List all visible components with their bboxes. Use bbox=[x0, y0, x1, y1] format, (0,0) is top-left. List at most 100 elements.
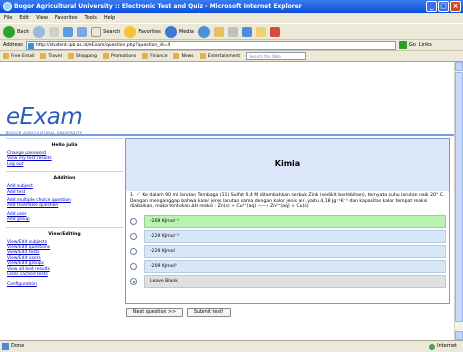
link-label: Promotions bbox=[111, 53, 137, 59]
vertical-scrollbar[interactable] bbox=[454, 62, 463, 340]
question-actions: Next question >> Submit test! bbox=[126, 308, 231, 317]
link-icon bbox=[103, 53, 109, 59]
edit-icon[interactable] bbox=[241, 26, 252, 37]
menu-view[interactable]: View bbox=[36, 13, 48, 23]
back-button[interactable]: Back bbox=[3, 25, 30, 38]
maximize-button[interactable]: □ bbox=[438, 1, 449, 12]
link-icon bbox=[142, 53, 149, 59]
window-title-bar: Bogor Agricultural University :: Electro… bbox=[0, 0, 463, 13]
back-label: Back bbox=[17, 28, 30, 35]
links-label[interactable]: Links bbox=[419, 42, 432, 48]
link-label: Entertainment bbox=[207, 53, 241, 59]
menu-file[interactable]: File bbox=[4, 13, 12, 23]
address-label: Address bbox=[3, 42, 23, 48]
view-editing-section: View/Editing View/Edit subjects View/Edi… bbox=[6, 226, 123, 291]
link-promotions[interactable]: Promotions bbox=[103, 53, 136, 59]
history-icon[interactable] bbox=[197, 25, 210, 38]
internet-explorer-icon bbox=[3, 2, 12, 11]
link-label: News bbox=[181, 53, 194, 59]
search-label: Search bbox=[103, 28, 121, 35]
scroll-thumb[interactable] bbox=[455, 72, 463, 322]
favorites-button[interactable]: Favorites bbox=[124, 25, 161, 38]
link-shopping[interactable]: Shopping bbox=[67, 53, 97, 59]
link-icon bbox=[67, 53, 74, 59]
option-2-label[interactable]: -229 KJmol⁻¹ bbox=[144, 230, 446, 243]
link-icon bbox=[199, 53, 206, 59]
close-button[interactable]: × bbox=[450, 1, 461, 12]
question-body: Ke dalam 90 ml larutan Tembaga (11) Sulf… bbox=[130, 193, 445, 210]
menu-tools[interactable]: Tools bbox=[85, 13, 97, 23]
favorites-label: Favorites bbox=[138, 28, 161, 35]
messenger-icon[interactable] bbox=[269, 26, 280, 37]
search-icon bbox=[91, 26, 102, 37]
scroll-up-icon[interactable] bbox=[455, 62, 463, 71]
go-button[interactable]: Go bbox=[398, 41, 416, 49]
option-4-label[interactable]: -209 KJmol⁰ bbox=[144, 260, 446, 273]
option-3[interactable]: -229 KJmol bbox=[130, 245, 446, 258]
go-arrow-icon bbox=[398, 41, 407, 49]
option-3-radio[interactable] bbox=[130, 248, 137, 255]
logout-link[interactable]: Log out bbox=[6, 162, 123, 167]
search-button[interactable]: Search bbox=[91, 26, 121, 37]
address-url: http://student.ipb.ac.id/eExam/question.… bbox=[35, 42, 171, 48]
home-icon[interactable] bbox=[77, 26, 88, 37]
link-icon bbox=[3, 53, 9, 59]
minimize-button[interactable]: _ bbox=[426, 1, 437, 12]
menu-edit[interactable]: Edit bbox=[19, 13, 29, 23]
menu-favorites[interactable]: Favorites bbox=[55, 13, 78, 23]
option-2-radio[interactable] bbox=[130, 233, 137, 240]
media-label: Media bbox=[178, 28, 194, 35]
view-editing-heading: View/Editing bbox=[48, 231, 81, 237]
window-controls: _ □ × bbox=[426, 1, 461, 12]
question-text: 1. ✓ Ke dalam 90 ml larutan Tembaga (11)… bbox=[130, 192, 448, 210]
link-free-email[interactable]: Free Email bbox=[3, 53, 34, 59]
stop-icon[interactable] bbox=[49, 26, 60, 37]
question-number: 1. bbox=[130, 193, 135, 198]
option-4[interactable]: -209 KJmol⁰ bbox=[130, 260, 446, 273]
page-icon bbox=[27, 42, 34, 49]
mail-icon[interactable] bbox=[213, 26, 224, 37]
submit-test-button[interactable]: Submit test! bbox=[187, 308, 231, 317]
standard-toolbar: Back Search Favorites Media bbox=[0, 23, 463, 40]
status-bar: Done Internet bbox=[0, 340, 463, 352]
link-finance[interactable]: Finance bbox=[142, 53, 167, 59]
web-search-box[interactable]: Search the Web bbox=[246, 52, 307, 60]
option-2[interactable]: -229 KJmol⁻¹ bbox=[130, 230, 446, 243]
configuration-link[interactable]: Configuration bbox=[6, 282, 123, 287]
option-1[interactable]: -209 KJmol⁻¹ bbox=[130, 215, 446, 228]
option-leave-blank[interactable]: Leave Blank bbox=[130, 275, 446, 288]
subject-title: Kimia bbox=[274, 159, 301, 168]
link-icon bbox=[40, 53, 47, 59]
status-text: Done bbox=[11, 343, 25, 349]
option-3-label[interactable]: -229 KJmol bbox=[144, 245, 446, 258]
next-question-button[interactable]: Next question >> bbox=[126, 308, 183, 317]
media-button[interactable]: Media bbox=[164, 25, 194, 38]
menu-help[interactable]: Help bbox=[104, 13, 115, 23]
link-news[interactable]: News bbox=[173, 53, 194, 59]
leave-blank-radio[interactable] bbox=[130, 278, 137, 285]
link-travel[interactable]: Travel bbox=[40, 53, 62, 59]
option-1-label[interactable]: -209 KJmol⁻¹ bbox=[144, 215, 446, 228]
option-4-radio[interactable] bbox=[130, 263, 137, 270]
header-divider bbox=[0, 134, 454, 136]
check-icon: ✓ bbox=[135, 191, 141, 198]
menu-bar: File Edit View Favorites Tools Help bbox=[0, 13, 463, 23]
leave-blank-label[interactable]: Leave Blank bbox=[144, 275, 446, 288]
refresh-icon[interactable] bbox=[63, 26, 74, 37]
folder-icon[interactable] bbox=[255, 26, 266, 37]
media-icon bbox=[164, 25, 177, 38]
forward-arrow-icon[interactable] bbox=[33, 25, 46, 38]
eexam-logo: eExam BOGOR AGRICULTURAL UNIVERSITY bbox=[6, 104, 83, 135]
link-entertainment[interactable]: Entertainment bbox=[199, 53, 241, 59]
account-section: Hello julia Change password View my test… bbox=[6, 138, 123, 171]
add-group-link[interactable]: Add group bbox=[6, 217, 123, 222]
option-1-radio[interactable] bbox=[130, 218, 137, 225]
print-icon[interactable] bbox=[227, 26, 238, 37]
scroll-down-icon[interactable] bbox=[455, 331, 463, 340]
address-input[interactable]: http://student.ipb.ac.id/eExam/question.… bbox=[25, 40, 396, 50]
link-icon bbox=[173, 53, 180, 59]
star-icon bbox=[124, 25, 137, 38]
go-label: Go bbox=[408, 42, 416, 48]
addition-heading: Addition bbox=[53, 176, 76, 182]
link-label: Free Email bbox=[11, 53, 35, 59]
